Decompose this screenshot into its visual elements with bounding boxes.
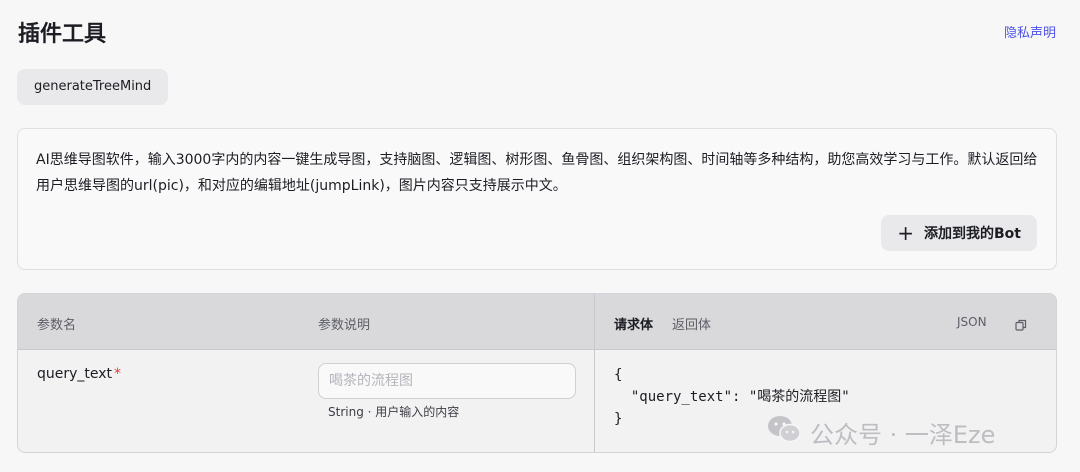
description-card: AI思维导图软件，输入3000字内的内容一键生成导图，支持脑图、逻辑图、树形图、… xyxy=(17,128,1057,270)
add-to-bot-button[interactable]: + 添加到我的Bot xyxy=(881,215,1037,251)
description-text: AI思维导图软件，输入3000字内的内容一键生成导图，支持脑图、逻辑图、树形图、… xyxy=(36,152,1038,194)
add-to-bot-label: 添加到我的Bot xyxy=(924,226,1021,242)
param-name-text: query_text xyxy=(37,366,113,382)
column-header-param-name: 参数名 xyxy=(37,318,77,333)
param-name: query_text * xyxy=(37,366,121,382)
page-title: 插件工具 xyxy=(18,22,107,47)
watermark-text: 公众号 · 一泽Eze xyxy=(810,420,996,449)
divider-vertical xyxy=(594,294,595,452)
divider-horizontal xyxy=(18,349,1056,350)
required-marker: * xyxy=(114,366,122,382)
query-text-input[interactable] xyxy=(318,363,576,399)
column-header-param-desc: 参数说明 xyxy=(318,318,371,333)
tab-response-body[interactable]: 返回体 xyxy=(672,314,711,333)
params-header xyxy=(18,294,1056,349)
wechat-icon xyxy=(766,414,802,450)
json-format-label[interactable]: JSON xyxy=(957,315,987,329)
tab-request-body[interactable]: 请求体 xyxy=(614,314,653,333)
copy-icon[interactable] xyxy=(1015,316,1027,335)
param-type-desc: String · 用户输入的内容 xyxy=(328,405,460,419)
plus-icon: + xyxy=(897,221,915,245)
watermark: 公众号 · 一泽Eze xyxy=(766,414,995,450)
privacy-link[interactable]: 隐私声明 xyxy=(1004,22,1056,41)
tool-name-chip: generateTreeMind xyxy=(17,69,169,105)
